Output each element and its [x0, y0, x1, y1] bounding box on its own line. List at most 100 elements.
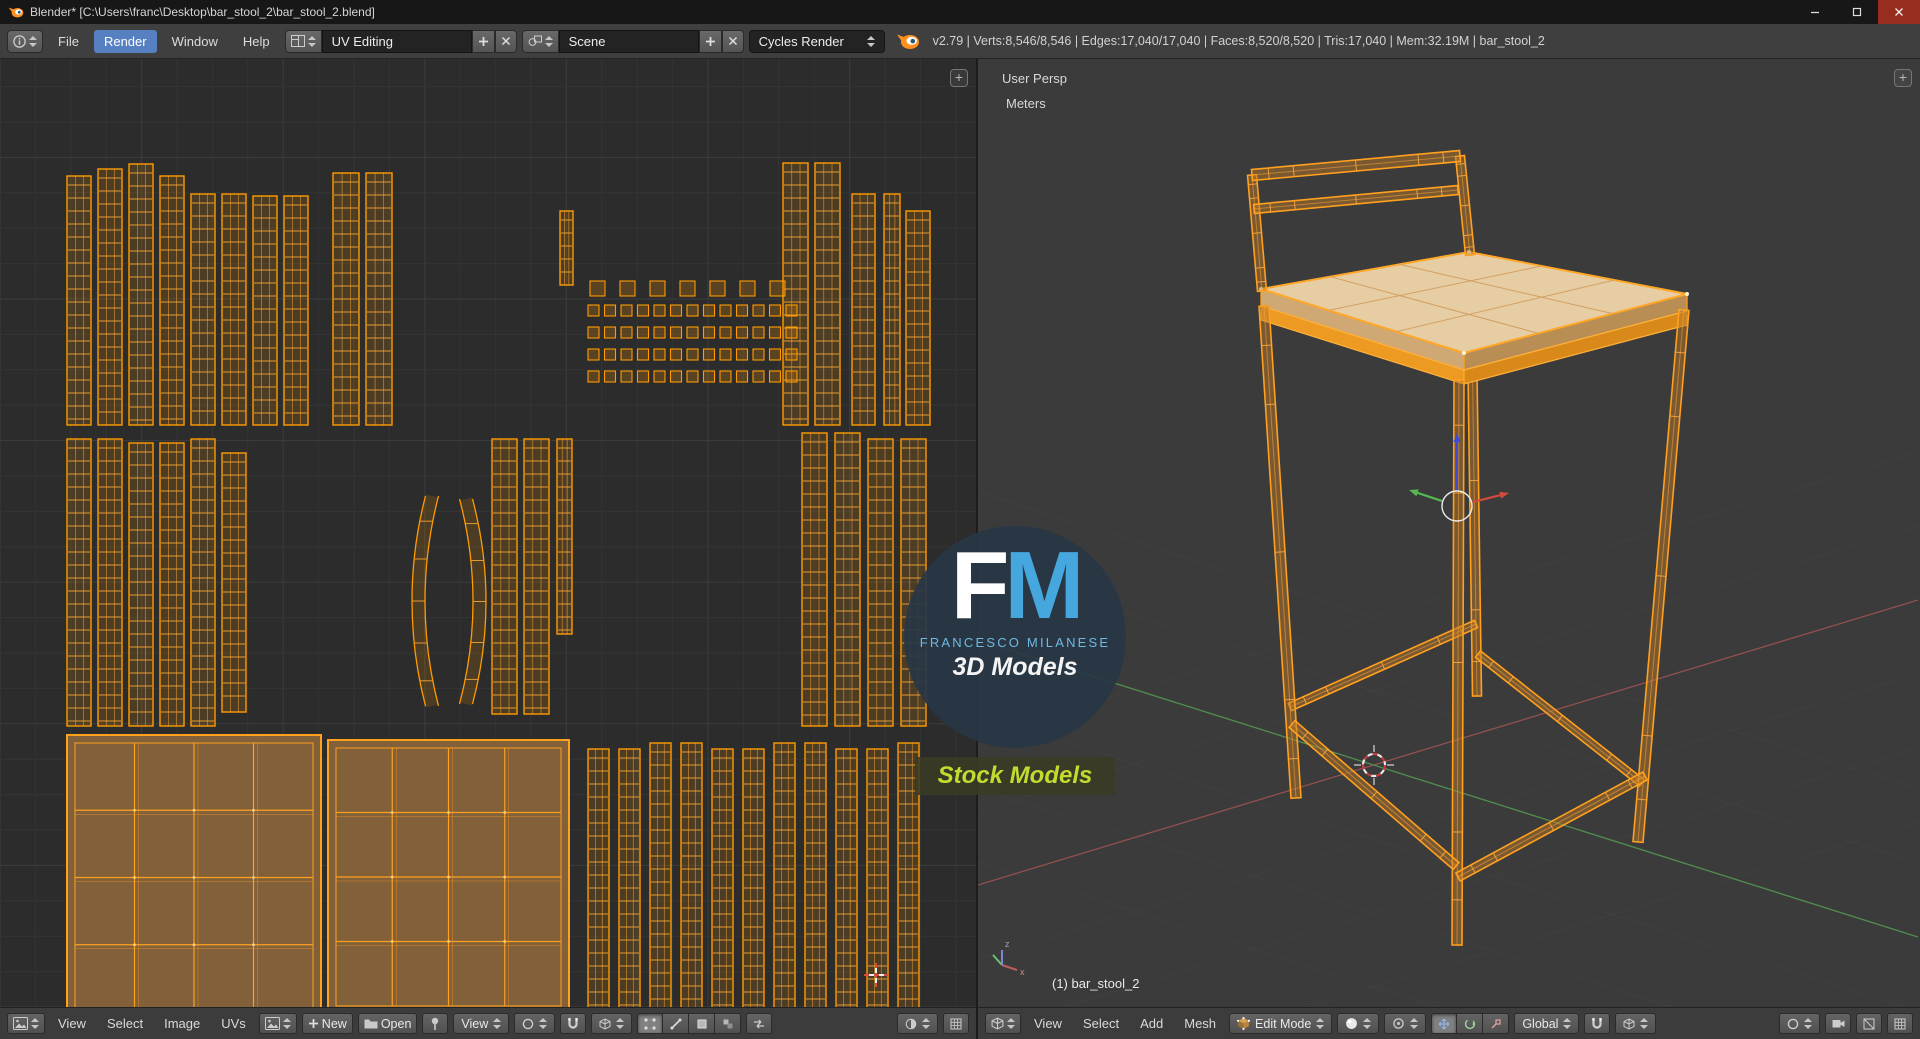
v3d-menu-select[interactable]: Select [1075, 1013, 1127, 1034]
add-scene-button[interactable] [698, 29, 722, 53]
uv-island[interactable] [834, 432, 861, 727]
menu-render[interactable]: Render [93, 29, 157, 53]
uv-island[interactable] [866, 748, 889, 1007]
v3d-menu-mesh[interactable]: Mesh [1176, 1013, 1224, 1034]
uv-island[interactable] [867, 438, 894, 727]
close-button[interactable] [1878, 0, 1920, 24]
delete-layout-button[interactable] [494, 29, 517, 53]
uv-island[interactable] [491, 438, 518, 715]
editor-type-selector-info[interactable] [7, 29, 43, 53]
uv-menu-view[interactable]: View [50, 1013, 94, 1034]
scene-name-field[interactable]: Scene [558, 29, 699, 53]
uv-editor-canvas[interactable] [0, 59, 976, 1007]
uv-island[interactable] [742, 748, 765, 1007]
image-open-button[interactable]: Open [357, 1013, 418, 1034]
sync-selection-toggle[interactable] [746, 1013, 773, 1034]
v3d-menu-add[interactable]: Add [1132, 1013, 1171, 1034]
menu-help[interactable]: Help [233, 30, 280, 53]
uv-island[interactable] [190, 193, 216, 426]
viewport-shading-dropdown[interactable] [1337, 1013, 1380, 1034]
menu-window[interactable]: Window [162, 30, 228, 53]
uv-island[interactable] [97, 168, 123, 426]
maximize-button[interactable] [1836, 0, 1878, 24]
bar-stool-mesh[interactable] [1246, 149, 1690, 946]
browse-image-button[interactable] [258, 1013, 297, 1034]
uv-menu-uvs[interactable]: UVs [213, 1013, 254, 1034]
uv-select-edge-button[interactable] [663, 1013, 690, 1034]
interaction-mode-dropdown[interactable]: Edit Mode [1229, 1013, 1333, 1034]
uv-select-vertex-button[interactable] [637, 1013, 664, 1034]
uv-island[interactable] [680, 742, 703, 1007]
uv-island[interactable] [883, 193, 901, 426]
uv-menu-image[interactable]: Image [156, 1013, 208, 1034]
image-new-button[interactable]: New [301, 1013, 353, 1034]
uv-island[interactable] [411, 494, 440, 708]
layout-name-field[interactable]: UV Editing [321, 29, 472, 53]
uv-menu-select[interactable]: Select [99, 1013, 151, 1034]
uv-island[interactable] [66, 175, 92, 426]
uv-island[interactable] [365, 172, 393, 426]
uv-island[interactable] [66, 438, 92, 727]
uv-island[interactable] [559, 210, 574, 286]
scale-manipulator-button[interactable] [1483, 1013, 1510, 1034]
pin-image-button[interactable] [422, 1013, 449, 1034]
v3d-menu-view[interactable]: View [1026, 1013, 1070, 1034]
uv-island[interactable] [66, 734, 322, 1007]
uv-island[interactable] [835, 748, 858, 1007]
editor-type-selector-uv[interactable] [7, 1013, 45, 1034]
uv-pivot-dropdown[interactable]: View [453, 1013, 510, 1034]
region-expand-icon[interactable]: + [950, 69, 968, 87]
uv-island[interactable] [221, 193, 247, 426]
draw-channels-dropdown[interactable] [897, 1013, 938, 1034]
uv-island[interactable] [190, 438, 216, 727]
uv-island[interactable] [97, 438, 123, 727]
render-preview-button[interactable] [1825, 1013, 1851, 1034]
uv-island[interactable] [851, 193, 876, 426]
uv-island[interactable] [159, 442, 185, 727]
uv-island[interactable] [587, 748, 610, 1007]
editor-type-selector-3d[interactable] [985, 1013, 1021, 1034]
occlude-geometry-button[interactable] [1856, 1013, 1882, 1034]
proportional-edit-dropdown[interactable] [514, 1013, 556, 1034]
menu-file[interactable]: File [48, 30, 89, 53]
add-layout-button[interactable] [471, 29, 495, 53]
uv-grid-toggle[interactable] [943, 1013, 969, 1034]
uv-island[interactable] [814, 162, 841, 426]
uv-island[interactable] [589, 280, 786, 297]
render-engine-dropdown[interactable]: Cycles Render [748, 29, 885, 53]
proportional-edit-3d-dropdown[interactable] [1779, 1013, 1820, 1034]
snap-element-3d-dropdown[interactable] [1615, 1013, 1657, 1034]
uv-island[interactable] [711, 748, 734, 1007]
snap-element-dropdown[interactable] [591, 1013, 633, 1034]
uv-island[interactable] [221, 452, 247, 713]
region-expand-icon[interactable]: + [1894, 69, 1912, 87]
uv-island[interactable] [587, 304, 798, 383]
uv-island[interactable] [128, 442, 154, 727]
uv-island[interactable] [618, 748, 641, 1007]
rotate-manipulator-button[interactable] [1457, 1013, 1484, 1034]
minimize-button[interactable] [1794, 0, 1836, 24]
uv-island[interactable] [283, 195, 309, 426]
uv-island[interactable] [804, 742, 827, 1007]
uv-island[interactable] [773, 742, 796, 1007]
browse-layouts-button[interactable] [284, 29, 322, 53]
uv-island[interactable] [332, 172, 360, 426]
delete-scene-button[interactable] [721, 29, 744, 53]
snap-toggle-button[interactable] [560, 1013, 587, 1034]
browse-scenes-button[interactable] [521, 29, 559, 53]
uv-island[interactable] [128, 163, 154, 426]
pivot-point-dropdown[interactable] [1384, 1013, 1427, 1034]
uv-select-island-button[interactable] [715, 1013, 742, 1034]
snap-toggle-3d[interactable] [1584, 1013, 1611, 1034]
transform-orientation-dropdown[interactable]: Global [1514, 1013, 1580, 1034]
uv-island[interactable] [556, 438, 573, 635]
translate-manipulator-button[interactable] [1431, 1013, 1458, 1034]
uv-island[interactable] [649, 742, 672, 1007]
uv-select-face-button[interactable] [689, 1013, 716, 1034]
titlebar-drag-area[interactable] [375, 0, 1794, 24]
uv-island[interactable] [523, 438, 550, 715]
uv-island[interactable] [905, 210, 931, 426]
uv-island[interactable] [801, 432, 828, 727]
uv-island[interactable] [782, 162, 809, 426]
uv-island[interactable] [458, 497, 487, 706]
